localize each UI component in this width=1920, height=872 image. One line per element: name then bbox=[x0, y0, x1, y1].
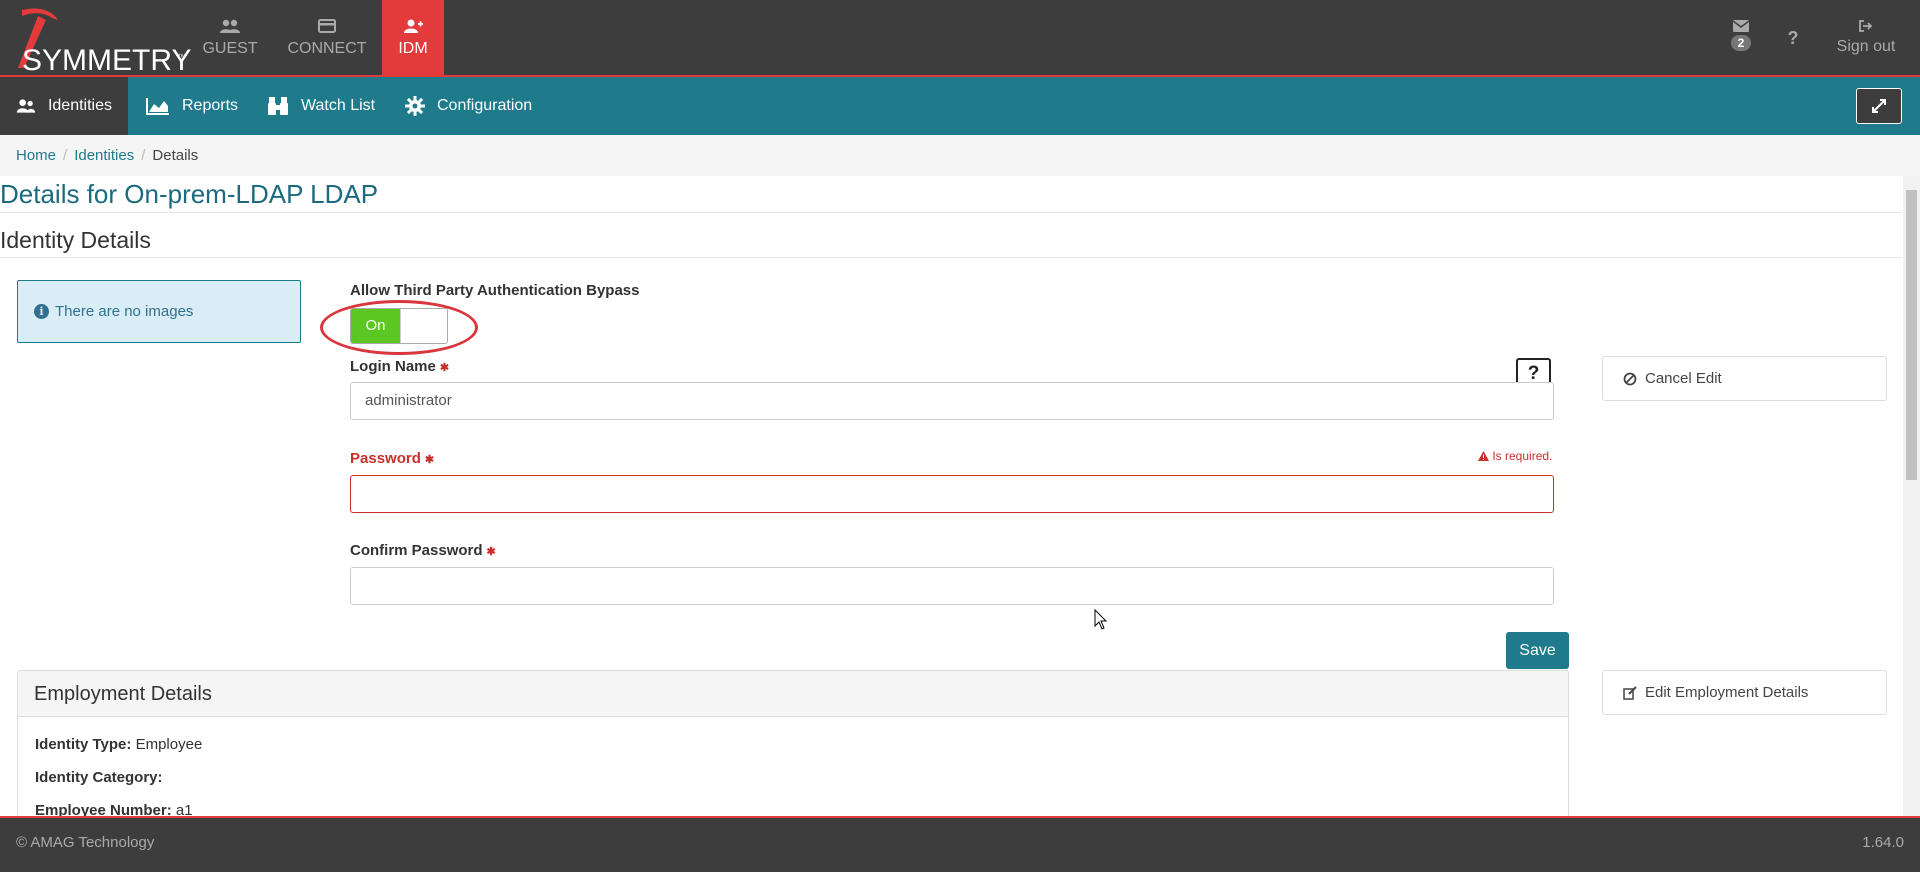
page-scrollbar[interactable] bbox=[1903, 176, 1920, 816]
cancel-edit-button[interactable]: Cancel Edit bbox=[1602, 356, 1887, 401]
binoculars-icon bbox=[268, 97, 288, 115]
identity-type-value: Employee bbox=[135, 736, 203, 753]
required-icon: ✱ bbox=[486, 546, 496, 558]
topnav-guest-label: GUEST bbox=[202, 40, 258, 57]
edit-icon bbox=[1623, 685, 1637, 700]
breadcrumb-identities[interactable]: Identities bbox=[74, 147, 134, 164]
edit-employment-button[interactable]: Edit Employment Details bbox=[1602, 670, 1887, 715]
subnav-reports[interactable]: Reports bbox=[130, 77, 254, 135]
required-icon: ✱ bbox=[424, 454, 435, 466]
password-error-text: Is required. bbox=[1492, 449, 1553, 463]
confirm-password-input[interactable] bbox=[350, 567, 1554, 605]
breadcrumb-home[interactable]: Home bbox=[16, 147, 56, 164]
highlight-annotation bbox=[320, 300, 478, 355]
no-images-alert: i There are no images bbox=[17, 280, 301, 343]
sign-out-icon bbox=[1859, 20, 1873, 32]
gear-icon bbox=[405, 96, 425, 116]
topnav-connect[interactable]: CONNECT bbox=[277, 0, 377, 75]
fullscreen-button[interactable] bbox=[1856, 88, 1902, 124]
subnav-configuration-label: Configuration bbox=[437, 97, 533, 114]
no-images-text: There are no images bbox=[55, 303, 194, 320]
login-name-text: Login Name bbox=[350, 358, 436, 375]
question-icon: ? bbox=[1787, 28, 1799, 48]
sign-out-label: Sign out bbox=[1836, 38, 1896, 55]
identity-category-label: Identity Category: bbox=[35, 769, 163, 786]
identity-category-row: Identity Category: bbox=[35, 769, 163, 786]
logo-text: SYMMETRY bbox=[22, 44, 192, 77]
subnav-watch-list[interactable]: Watch List bbox=[251, 77, 391, 135]
messages-count-badge: 2 bbox=[1730, 35, 1752, 51]
ban-icon bbox=[1623, 372, 1637, 385]
identity-type-label: Identity Type: bbox=[35, 736, 132, 753]
required-icon: ✱ bbox=[439, 362, 450, 374]
subnav-identities-label: Identities bbox=[47, 97, 112, 114]
confirm-password-label: Confirm Password ✱ bbox=[350, 542, 496, 559]
employment-panel: Employment Details Identity Type: Employ… bbox=[17, 670, 1569, 820]
identity-type-row: Identity Type: Employee bbox=[35, 736, 202, 753]
employment-title: Employment Details bbox=[18, 671, 1568, 717]
subnav-watch-list-label: Watch List bbox=[301, 97, 376, 114]
sign-out-button[interactable]: Sign out bbox=[1826, 0, 1906, 75]
symmetry-logo[interactable]: SYMMETRY ™ bbox=[8, 6, 191, 77]
copyright-text: © AMAG Technology bbox=[16, 834, 155, 851]
messages-button[interactable]: 2 bbox=[1726, 0, 1756, 75]
subnav-identities[interactable]: Identities bbox=[0, 77, 128, 135]
version-text: 1.64.0 bbox=[1862, 834, 1904, 851]
users-icon bbox=[220, 19, 240, 33]
mouse-cursor-icon bbox=[1094, 609, 1108, 630]
section-title: Identity Details bbox=[0, 227, 151, 253]
confirm-password-text: Confirm Password bbox=[350, 542, 483, 559]
envelope-icon bbox=[1733, 20, 1749, 32]
topnav-idm-label: IDM bbox=[398, 40, 428, 57]
topnav-guest[interactable]: GUEST bbox=[180, 0, 280, 75]
topnav-connect-label: CONNECT bbox=[287, 40, 367, 57]
footer: © AMAG Technology 1.64.0 bbox=[0, 816, 1920, 872]
expand-icon bbox=[1872, 99, 1886, 113]
info-icon: i bbox=[34, 304, 49, 319]
add-user-icon bbox=[404, 19, 423, 33]
topnav-idm[interactable]: IDM bbox=[382, 0, 444, 75]
breadcrumb: Home / Identities / Details bbox=[0, 135, 1920, 176]
password-error: Is required. bbox=[1478, 449, 1552, 463]
password-input[interactable] bbox=[350, 475, 1554, 513]
card-icon bbox=[318, 19, 336, 33]
save-button[interactable]: Save bbox=[1506, 632, 1569, 669]
cancel-edit-label: Cancel Edit bbox=[1645, 370, 1722, 387]
sub-navigation: Identities Reports Watch List Configurat… bbox=[0, 77, 1920, 135]
divider bbox=[0, 212, 1902, 213]
breadcrumb-current: Details bbox=[152, 147, 199, 164]
login-name-label: Login Name ✱ bbox=[350, 358, 449, 375]
password-text: Password bbox=[350, 450, 421, 467]
scrollbar-thumb[interactable] bbox=[1906, 190, 1917, 480]
subnav-reports-label: Reports bbox=[182, 97, 239, 114]
edit-employment-label: Edit Employment Details bbox=[1645, 684, 1809, 701]
warning-icon bbox=[1478, 451, 1489, 461]
page-title: Details for On-prem-LDAP LDAP bbox=[0, 179, 379, 209]
bypass-label: Allow Third Party Authentication Bypass bbox=[350, 282, 640, 299]
area-chart-icon bbox=[146, 98, 169, 115]
login-name-input[interactable]: administrator bbox=[350, 382, 1554, 420]
top-bar: SYMMETRY ™ GUEST CONNECT IDM 2 ? Sign ou… bbox=[0, 0, 1920, 77]
password-label: Password ✱ bbox=[350, 450, 434, 467]
divider bbox=[0, 257, 1902, 258]
users-icon bbox=[16, 99, 36, 113]
help-button[interactable]: ? bbox=[1778, 0, 1808, 75]
subnav-configuration[interactable]: Configuration bbox=[389, 77, 548, 135]
